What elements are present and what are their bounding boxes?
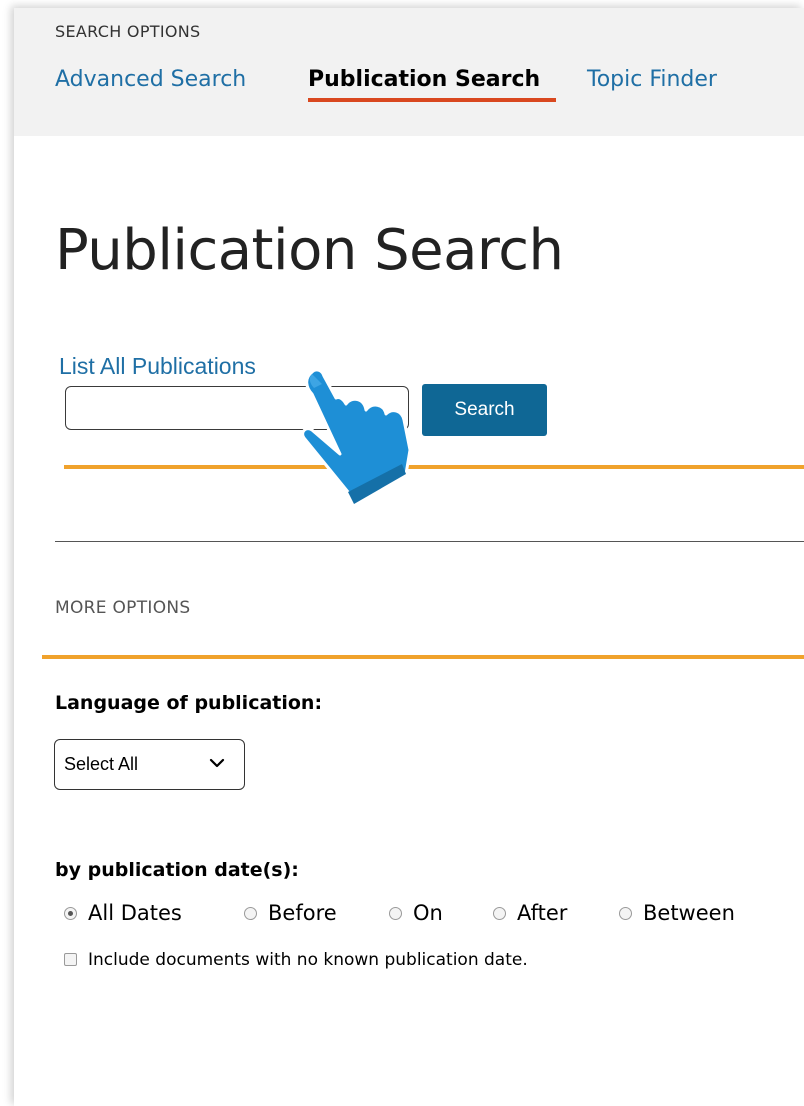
publication-date-label: by publication date(s): — [55, 859, 299, 881]
hand-pointer-icon — [301, 368, 412, 506]
language-select[interactable]: Select All — [54, 739, 245, 790]
list-all-publications-link[interactable]: List All Publications — [59, 352, 256, 380]
include-unknown-date-label: Include documents with no known publicat… — [88, 950, 528, 970]
page-title: Publication Search — [55, 218, 564, 283]
active-tab-underline — [308, 98, 556, 102]
radio-label: After — [517, 901, 568, 925]
search-options-bar: SEARCH OPTIONS Advanced Search Publicati… — [14, 8, 804, 136]
radio-circle-icon[interactable] — [493, 907, 506, 920]
radio-circle-icon[interactable] — [389, 907, 402, 920]
language-label: Language of publication: — [55, 692, 323, 714]
more-options-divider — [42, 655, 804, 659]
language-select-value: Select All — [64, 754, 139, 774]
section-divider — [55, 541, 804, 542]
radio-label: Before — [268, 901, 337, 925]
radio-label: On — [413, 901, 443, 925]
search-options-label: SEARCH OPTIONS — [55, 22, 201, 41]
more-options-label: MORE OPTIONS — [55, 598, 191, 618]
tab-topic-finder[interactable]: Topic Finder — [587, 66, 717, 94]
radio-circle-icon[interactable] — [619, 907, 632, 920]
chevron-down-icon — [209, 758, 225, 768]
tab-publication-search[interactable]: Publication Search — [308, 66, 540, 94]
checkbox-icon[interactable] — [64, 953, 77, 966]
tab-advanced-search[interactable]: Advanced Search — [55, 66, 246, 94]
radio-circle-icon[interactable] — [244, 907, 257, 920]
radio-label: All Dates — [88, 901, 182, 925]
radio-label: Between — [643, 901, 735, 925]
page-frame: SEARCH OPTIONS Advanced Search Publicati… — [14, 8, 804, 1106]
search-button[interactable]: Search — [422, 384, 547, 436]
radio-circle-icon[interactable] — [64, 907, 77, 920]
search-divider — [64, 465, 804, 469]
